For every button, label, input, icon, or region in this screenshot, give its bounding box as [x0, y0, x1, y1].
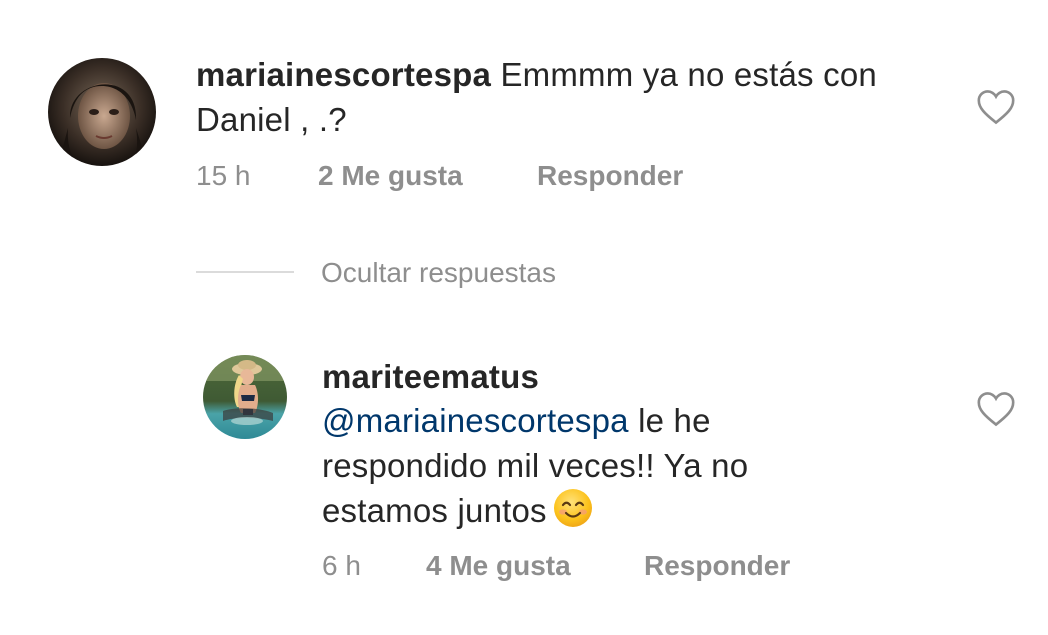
smiling-face-emoji-icon	[553, 488, 593, 539]
reply-text-part-3: estamos juntos	[322, 492, 547, 529]
comment-username[interactable]: mariainescortespa	[196, 56, 491, 93]
reply-button[interactable]: Responder	[644, 550, 790, 582]
heart-icon[interactable]	[976, 89, 1016, 125]
comment-likes[interactable]: 2 Me gusta	[318, 160, 463, 192]
replies-divider	[196, 271, 294, 273]
reply-likes[interactable]: 4 Me gusta	[426, 550, 571, 582]
comment-timestamp[interactable]: 15 h	[196, 160, 251, 192]
reply-text-part-1: le he	[628, 402, 711, 439]
avatar-photo	[203, 355, 287, 439]
heart-icon[interactable]	[976, 391, 1016, 427]
hide-replies-label[interactable]: Ocultar respuestas	[321, 257, 556, 289]
avatar-photo	[48, 58, 156, 166]
comment-body: mariainescortespa Emmmm ya no estás con …	[196, 52, 916, 142]
reply-line-1: @mariainescortespa le he	[322, 398, 922, 443]
reply-username[interactable]: mariteematus	[322, 354, 539, 399]
reply-line-3: estamos juntos	[322, 488, 922, 539]
reply-timestamp[interactable]: 6 h	[322, 550, 361, 582]
reply-line-2: respondido mil veces!! Ya no	[322, 447, 749, 484]
avatar[interactable]	[48, 58, 156, 166]
reply-body: @mariainescortespa le he respondido mil …	[322, 398, 922, 539]
reply-mention[interactable]: @mariainescortespa	[322, 402, 629, 439]
reply-button[interactable]: Responder	[537, 160, 683, 192]
avatar[interactable]	[203, 355, 287, 439]
